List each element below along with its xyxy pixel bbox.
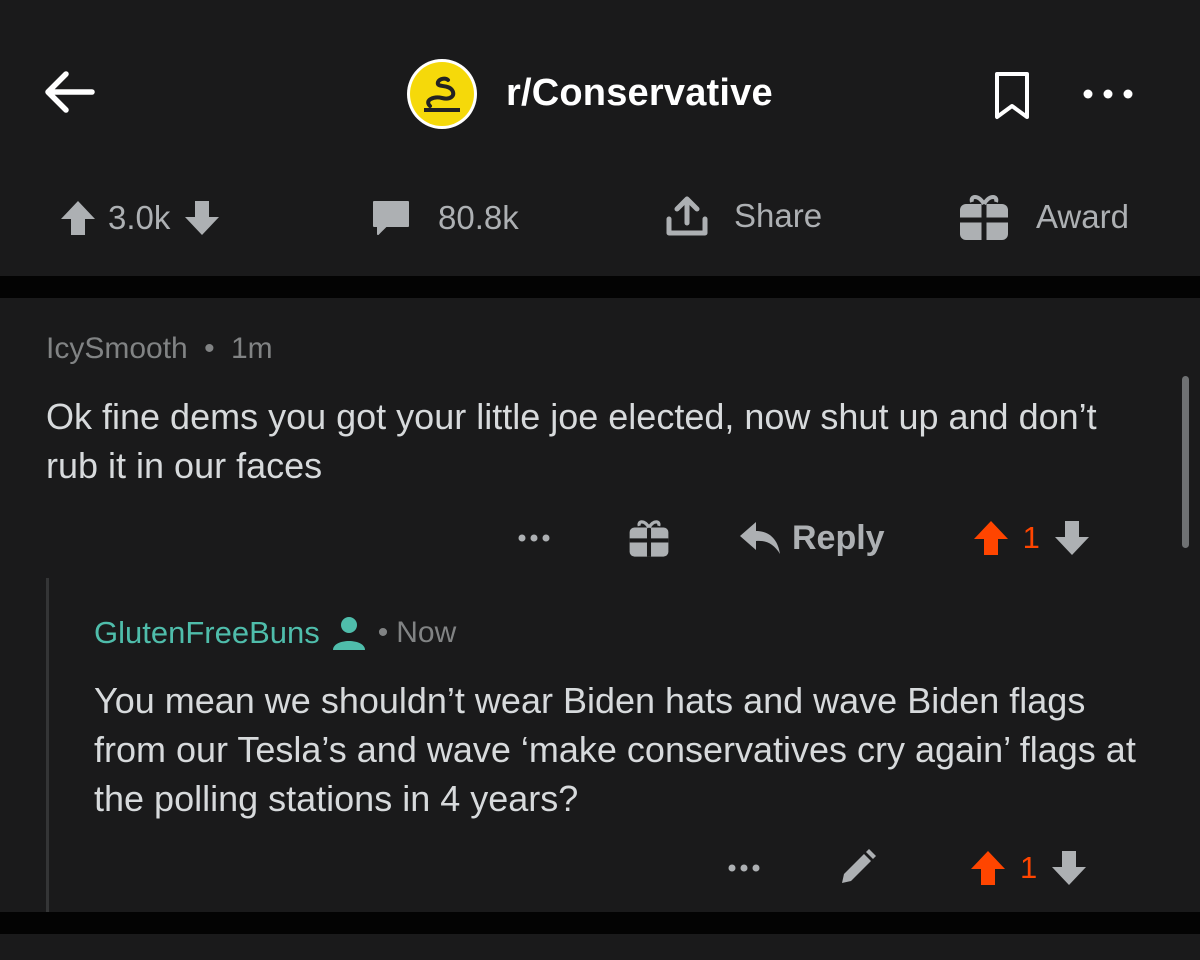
comment-1-score: 1 xyxy=(1022,520,1040,555)
downvote-arrow-icon[interactable] xyxy=(1049,848,1089,888)
subreddit-avatar[interactable] xyxy=(410,62,474,126)
meta-separator: • xyxy=(204,332,215,365)
more-horizontal-icon[interactable] xyxy=(516,530,556,546)
comment-1-time: 1m xyxy=(230,332,273,365)
post-vote-group: 3.0k xyxy=(58,196,222,240)
comment-1-meta: IcySmooth • 1m xyxy=(46,332,273,366)
post-score: 3.0k xyxy=(108,199,171,236)
downvote-arrow-icon[interactable] xyxy=(182,198,222,238)
downvote-arrow-icon[interactable] xyxy=(1052,518,1092,558)
comment-2-score: 1 xyxy=(1020,850,1038,885)
edit-pencil-icon[interactable] xyxy=(836,847,878,889)
comment-1-vote-group: 1 xyxy=(971,518,1092,558)
award-button[interactable]: Award xyxy=(958,192,1129,242)
section-divider xyxy=(0,912,1200,934)
arrow-left-icon[interactable] xyxy=(40,68,100,116)
reply-label: Reply xyxy=(792,518,885,557)
comment-2-meta: GlutenFreeBuns • Now xyxy=(94,614,456,652)
reply-arrow-icon xyxy=(740,522,780,554)
thread-line[interactable] xyxy=(46,578,49,912)
share-button[interactable]: Share xyxy=(664,192,822,240)
comments-count-button[interactable]: 80.8k xyxy=(370,196,519,240)
subreddit-name[interactable]: r/Conservative xyxy=(506,72,773,115)
scrollbar[interactable] xyxy=(1182,376,1189,548)
gadsden-flag-snake-icon xyxy=(412,64,472,124)
upvote-arrow-icon[interactable] xyxy=(971,518,1011,558)
comment-1-author[interactable]: IcySmooth xyxy=(46,332,188,365)
comment-2-actions: 1 xyxy=(726,840,1089,896)
user-icon xyxy=(332,617,365,650)
comment-2-body: You mean we shouldn’t wear Biden hats an… xyxy=(94,680,1136,819)
comment-1-actions: Reply 1 xyxy=(516,510,1092,566)
comment-2-time: Now xyxy=(396,616,457,649)
section-divider xyxy=(0,276,1200,298)
upvote-arrow-icon[interactable] xyxy=(968,848,1008,888)
gift-award-icon[interactable] xyxy=(628,517,670,559)
comment-2-vote-group: 1 xyxy=(968,848,1089,888)
gift-award-icon xyxy=(960,195,1008,240)
more-horizontal-icon[interactable] xyxy=(726,860,766,876)
bookmark-icon[interactable] xyxy=(992,70,1032,122)
comments-count: 80.8k xyxy=(438,199,519,236)
comment-2-author[interactable]: GlutenFreeBuns xyxy=(94,615,320,651)
share-upload-icon xyxy=(666,196,708,236)
comment-1-body: Ok fine dems you got your little joe ele… xyxy=(46,396,1097,486)
award-label: Award xyxy=(1036,198,1129,235)
meta-separator: • xyxy=(377,616,389,649)
more-horizontal-icon[interactable] xyxy=(1080,84,1136,104)
comment-bubble-icon xyxy=(373,201,409,235)
reply-button[interactable]: Reply xyxy=(738,519,885,558)
share-label: Share xyxy=(734,197,823,234)
upvote-arrow-icon[interactable] xyxy=(58,198,98,238)
next-section xyxy=(0,934,1200,960)
